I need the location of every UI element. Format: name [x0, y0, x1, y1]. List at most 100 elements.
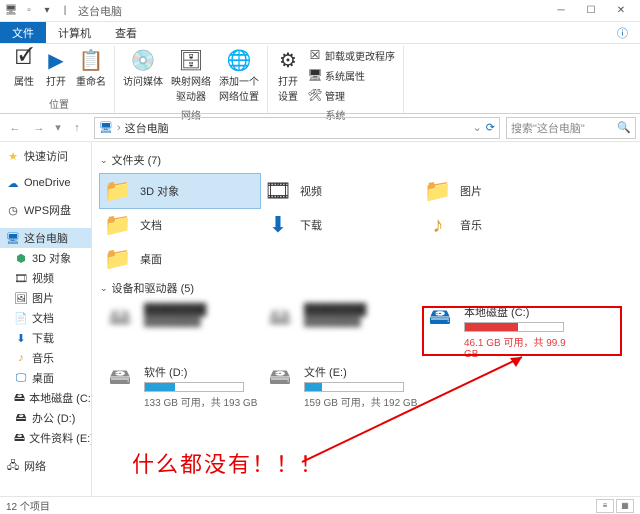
sidebar-item-quick[interactable]: ★快速访问: [0, 146, 91, 166]
sysprops-icon: 🖥: [308, 68, 322, 82]
sidebar-item-3d[interactable]: ⬢3D 对象: [0, 248, 91, 268]
sidebar-item-downloads[interactable]: ⬇下载: [0, 328, 91, 348]
search-placeholder: 搜索"这台电脑": [511, 120, 613, 136]
folder-3d-label: 3D 对象: [140, 183, 179, 199]
uninstall-button[interactable]: ☒卸载或更改程序: [306, 46, 397, 65]
folder-pictures[interactable]: 📁图片: [420, 174, 580, 208]
back-button[interactable]: ←: [4, 117, 26, 139]
address-bar[interactable]: 🖥 › 这台电脑 ⌄ ⟳: [94, 117, 500, 139]
drive-icon: 🖴: [262, 304, 298, 334]
sidebar-item-videos[interactable]: 🎞视频: [0, 268, 91, 288]
folder-downloads[interactable]: ⬇下载: [260, 208, 420, 242]
sidebar-item-documents[interactable]: 📄文档: [0, 308, 91, 328]
minimize-button[interactable]: ─: [546, 1, 576, 21]
window-controls: ─ ☐ ✕: [546, 1, 636, 21]
drive-e-name: 文件 (E:): [304, 364, 418, 380]
breadcrumb-location[interactable]: 这台电脑: [125, 120, 169, 136]
section-folders-header[interactable]: ⌄文件夹 (7): [100, 152, 632, 168]
drive-blurred-1[interactable]: 🖴████████████████: [100, 302, 260, 362]
open-label: 打开: [46, 73, 66, 88]
sidebar-item-wps[interactable]: ◷WPS网盘: [0, 200, 91, 220]
drive-d-sub: 133 GB 可用，共 193 GB: [144, 394, 258, 409]
close-button[interactable]: ✕: [606, 1, 636, 21]
chevron-down-icon: ⌄: [100, 283, 108, 294]
drive-icon: 🖴: [102, 364, 138, 394]
up-button[interactable]: ↑: [66, 117, 88, 139]
view-details-button[interactable]: ≡: [596, 499, 614, 513]
cloud-icon: ☁: [6, 176, 20, 190]
manage-button[interactable]: 🛠管理: [306, 86, 397, 105]
rename-icon: 📋: [79, 48, 103, 72]
drive-c[interactable]: 🖴本地磁盘 (C:)46.1 GB 可用，共 99.9 GB: [420, 302, 580, 362]
folder-videos[interactable]: 🎞视频: [260, 174, 420, 208]
status-bar: 12 个项目 ≡ ▦: [0, 496, 640, 514]
qat-icon[interactable]: ▫: [22, 4, 36, 18]
sidebar-item-drive-e[interactable]: 🖴文件资料 (E:): [0, 428, 91, 448]
pc-icon: 🖥: [99, 121, 113, 135]
sidebar-item-network[interactable]: 🖧网络: [0, 456, 91, 476]
forward-button[interactable]: →: [28, 117, 50, 139]
folder-desktop[interactable]: 📁桌面: [100, 242, 260, 276]
folder-3d[interactable]: 📁3D 对象: [100, 174, 260, 208]
search-box[interactable]: 搜索"这台电脑" 🔍: [506, 117, 636, 139]
view-icons-button[interactable]: ▦: [616, 499, 634, 513]
folder-documents[interactable]: 📁文档: [100, 208, 260, 242]
drive-blurred-2[interactable]: 🖴████████████████: [260, 302, 420, 362]
sidebar-item-music[interactable]: ♪音乐: [0, 348, 91, 368]
ribbon-group-position: 🗹属性 ▶打开 📋重命名 位置: [4, 46, 115, 113]
network-icon: 🖧: [6, 459, 20, 473]
sidebar-doc-label: 文档: [32, 310, 54, 326]
search-icon: 🔍: [617, 121, 631, 134]
folders-header-label: 文件夹 (7): [112, 152, 162, 168]
uninstall-label: 卸载或更改程序: [325, 48, 395, 63]
sidebar-item-onedrive[interactable]: ☁OneDrive: [0, 174, 91, 192]
open-settings-button[interactable]: ⚙打开 设置: [274, 46, 302, 105]
sidebar-quick-label: 快速访问: [24, 148, 68, 164]
maximize-button[interactable]: ☐: [576, 1, 606, 21]
ribbon: 🗹属性 ▶打开 📋重命名 位置 💿访问媒体 🗄映射网络 驱动器 🌐添加一个 网络…: [0, 44, 640, 114]
picture-folder-icon: 📁: [422, 178, 454, 204]
add-location-button[interactable]: 🌐添加一个 网络位置: [217, 46, 261, 105]
video-folder-icon: 🎞: [262, 178, 294, 204]
window-title: 这台电脑: [78, 3, 546, 19]
access-media-button[interactable]: 💿访问媒体: [121, 46, 165, 90]
properties-button[interactable]: 🗹属性: [10, 46, 38, 90]
item-count: 12 个项目: [6, 498, 50, 513]
qat-dropdown-icon[interactable]: ▾: [40, 4, 54, 18]
sidebar-item-pictures[interactable]: 🖼图片: [0, 288, 91, 308]
open-settings-label: 打开 设置: [278, 73, 298, 103]
sys-props-button[interactable]: 🖥系统属性: [306, 66, 397, 85]
sidebar-item-drive-d[interactable]: 🖴办公 (D:): [0, 408, 91, 428]
rename-button[interactable]: 📋重命名: [74, 46, 108, 90]
map-drive-button[interactable]: 🗄映射网络 驱动器: [169, 46, 213, 105]
sidebar-wps-label: WPS网盘: [24, 202, 71, 218]
refresh-button[interactable]: ⟳: [486, 121, 495, 134]
drive-icon: 🖴: [422, 304, 458, 334]
drive-d-name: 软件 (D:): [144, 364, 258, 380]
section-devices-header[interactable]: ⌄设备和驱动器 (5): [100, 280, 632, 296]
tab-file[interactable]: 文件: [0, 22, 46, 43]
sidebar-desktop-label: 桌面: [32, 370, 54, 386]
globe-icon: 🌐: [227, 48, 251, 72]
sidebar-item-desktop[interactable]: 🖵桌面: [0, 368, 91, 388]
recent-dropdown[interactable]: ▾: [52, 117, 64, 139]
ribbon-help-icon[interactable]: ⓘ: [605, 22, 640, 43]
sidebar: ★快速访问 ☁OneDrive ◷WPS网盘 🖥这台电脑 ⬢3D 对象 🎞视频 …: [0, 142, 92, 496]
group-label-position: 位置: [49, 96, 69, 111]
sidebar-thispc-label: 这台电脑: [24, 230, 68, 246]
ribbon-group-system: ⚙打开 设置 ☒卸载或更改程序 🖥系统属性 🛠管理 系统: [268, 46, 404, 113]
map-drive-label: 映射网络 驱动器: [171, 73, 211, 103]
folder-music[interactable]: ♪音乐: [420, 208, 580, 242]
tab-computer[interactable]: 计算机: [46, 22, 103, 43]
drive-d[interactable]: 🖴 软件 (D:) 133 GB 可用，共 193 GB: [100, 362, 260, 411]
desktop-folder-icon: 📁: [102, 246, 134, 272]
open-button[interactable]: ▶打开: [42, 46, 70, 90]
address-dropdown[interactable]: ⌄: [473, 121, 482, 134]
sidebar-item-thispc[interactable]: 🖥这台电脑: [0, 228, 91, 248]
title-bar: 🖥 ▫ ▾ | 这台电脑 ─ ☐ ✕: [0, 0, 640, 22]
drive-e[interactable]: 🖴文件 (E:)159 GB 可用，共 192 GB: [260, 362, 420, 411]
sidebar-item-drive-c[interactable]: 🖴本地磁盘 (C:): [0, 388, 91, 408]
breadcrumb-chevron[interactable]: ›: [117, 122, 121, 134]
sidebar-video-label: 视频: [32, 270, 54, 286]
tab-view[interactable]: 查看: [103, 22, 149, 43]
